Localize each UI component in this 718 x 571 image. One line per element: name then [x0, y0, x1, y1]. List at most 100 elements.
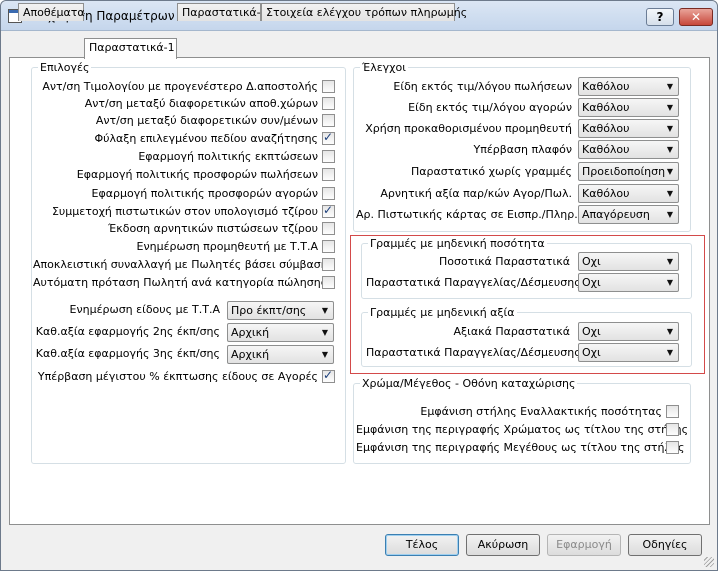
- chevron-down-icon: ▼: [666, 278, 674, 287]
- option-label-11: Αυτόματη πρόταση Πωλητή ανά κατηγορία πώ…: [33, 276, 328, 289]
- option-label-9: Ενημέρωση προμηθευτή με Τ.Τ.Α: [136, 240, 318, 253]
- control-value-0: Καθόλου: [582, 80, 630, 93]
- option-checkbox-11[interactable]: [322, 276, 335, 289]
- zero-value-value-1: Οχι: [582, 346, 601, 359]
- close-icon[interactable]: ✕: [679, 8, 713, 26]
- control-select-3[interactable]: Καθόλου ▼: [578, 140, 679, 159]
- option-checkbox-9[interactable]: [322, 240, 335, 253]
- option-label-5: Εφαρμογή πολιτικής προσφορών πωλήσεων: [76, 168, 318, 181]
- zero-qty-select-0[interactable]: Οχι ▼: [578, 252, 679, 271]
- chevron-down-icon: ▼: [321, 306, 329, 315]
- color-title-checkbox[interactable]: [666, 423, 679, 436]
- option-label-7: Συμμετοχή πιστωτικών στον υπολογισμό τζί…: [51, 205, 318, 218]
- help-title-button[interactable]: ?: [646, 8, 674, 26]
- zero-qty-value-1: Οχι: [582, 276, 601, 289]
- color-size-label-1: Εμφάνιση της περιγραφής Χρώματος ως τίτλ…: [356, 423, 689, 436]
- control-label-0: Είδη εκτός τιμ/λόγου πωλήσεων: [393, 80, 572, 93]
- tab-payment-controls[interactable]: Στοιχεία ελέγχου τρόπων πληρωμής: [261, 3, 467, 21]
- discount3-value-select[interactable]: Αρχική ▼: [227, 345, 334, 364]
- option-checkbox-4[interactable]: [322, 150, 335, 163]
- zero-qty-title: Γραμμές με μηδενική ποσότητα: [368, 237, 547, 250]
- zero-qty-label-0: Ποσοτικά Παραστατικά: [439, 255, 570, 268]
- zero-qty-select-1[interactable]: Οχι ▼: [578, 273, 679, 292]
- control-value-5: Καθόλου: [582, 187, 630, 200]
- option-checkbox-7[interactable]: [322, 203, 335, 218]
- chevron-down-icon: ▼: [666, 124, 674, 133]
- help-button[interactable]: Οδηγίες: [628, 534, 702, 556]
- control-select-5[interactable]: Καθόλου ▼: [578, 184, 679, 203]
- control-value-4: Προειδοποίηση: [582, 165, 666, 178]
- discount2-value-select[interactable]: Αρχική ▼: [227, 323, 334, 342]
- zero-value-select-1[interactable]: Οχι ▼: [578, 343, 679, 362]
- option-checkbox-6[interactable]: [322, 187, 335, 200]
- chevron-down-icon: ▼: [666, 210, 674, 219]
- chevron-down-icon: ▼: [321, 328, 329, 337]
- control-select-0[interactable]: Καθόλου ▼: [578, 77, 679, 96]
- option-label-0: Αντ/ση Τιμολογίου με προγενέστερο Δ.αποσ…: [42, 80, 318, 93]
- option-last-label: Υπέρβαση μέγιστου % έκπτωσης είδους σε Α…: [37, 370, 318, 383]
- control-select-1[interactable]: Καθόλου ▼: [578, 98, 679, 117]
- zero-value-select-0[interactable]: Οχι ▼: [578, 322, 679, 341]
- option-checkbox-3[interactable]: [322, 130, 335, 145]
- chevron-down-icon: ▼: [666, 348, 674, 357]
- size-title-checkbox[interactable]: [666, 441, 679, 454]
- apply-button[interactable]: Εφαρμογή: [547, 534, 621, 556]
- control-label-3: Υπέρβαση πλαφόν: [473, 143, 573, 156]
- color-size-label-0: Εμφάνιση στήλης Εναλλακτικής ποσότητας: [420, 405, 662, 418]
- option-checkbox-10[interactable]: [322, 258, 335, 271]
- option-checkbox-0[interactable]: [322, 80, 335, 93]
- chevron-down-icon: ▼: [666, 82, 674, 91]
- color-size-label-2: Εμφάνιση της περιγραφής Μεγέθους ως τίτλ…: [356, 441, 685, 454]
- option-label-2: Αντ/ση μεταξύ διαφορετικών συν/μένων: [95, 114, 318, 127]
- control-value-1: Καθόλου: [582, 101, 630, 114]
- zero-value-label-1: Παραστατικά Παραγγελίας/Δέσμευσης: [366, 346, 581, 359]
- cancel-button[interactable]: Ακύρωση: [466, 534, 540, 556]
- zero-qty-value-0: Οχι: [582, 255, 601, 268]
- chevron-down-icon: ▼: [666, 103, 674, 112]
- option-checkbox-5[interactable]: [322, 168, 335, 181]
- option-select-label-1: Καθ.αξία εφαρμογής 2ης έκπ/σης: [35, 325, 220, 338]
- discount3-value: Αρχική: [231, 348, 270, 361]
- color-size-title: Χρώμα/Μέγεθος - Οθόνη καταχώρισης: [360, 377, 578, 390]
- control-label-2: Χρήση προκαθορισμένου προμηθευτή: [365, 122, 572, 135]
- control-select-6[interactable]: Απαγόρευση ▼: [578, 205, 679, 224]
- chevron-down-icon: ▼: [666, 145, 674, 154]
- option-checkbox-2[interactable]: [322, 114, 335, 127]
- zero-value-title: Γραμμές με μηδενική αξία: [368, 306, 517, 319]
- option-checkbox-8[interactable]: [322, 222, 335, 235]
- option-checkbox-1[interactable]: [322, 97, 335, 110]
- control-label-1: Είδη εκτός τιμ/λόγου αγορών: [408, 101, 572, 114]
- tab-parastatika-1[interactable]: Παραστατικά-1: [84, 38, 177, 59]
- chevron-down-icon: ▼: [321, 350, 329, 359]
- option-label-1: Αντ/ση μεταξύ διαφορετικών αποθ.χώρων: [84, 97, 318, 110]
- control-label-6: Αρ. Πιστωτικής κάρτας σε Εισπρ./Πληρ.: [356, 208, 578, 221]
- chevron-down-icon: ▼: [666, 167, 674, 176]
- option-label-10: Αποκλειστική συναλλαγή με Πωλητές βάσει …: [33, 258, 335, 271]
- option-label-8: Έκδοση αρνητικών πιστώσεων τζίρου: [108, 222, 318, 235]
- zero-value-label-0: Αξιακά Παραστατικά: [453, 325, 570, 338]
- max-discount-checkbox[interactable]: [322, 368, 335, 383]
- option-label-6: Εφαρμογή πολιτικής προσφορών αγορών: [91, 187, 318, 200]
- ok-button[interactable]: Τέλος: [385, 534, 459, 556]
- control-select-2[interactable]: Καθόλου ▼: [578, 119, 679, 138]
- control-select-4[interactable]: Προειδοποίηση ▼: [578, 162, 679, 181]
- control-value-3: Καθόλου: [582, 143, 630, 156]
- option-select-label-0: Ενημέρωση είδους με Τ.Τ.Α: [69, 303, 221, 316]
- chevron-down-icon: ▼: [666, 327, 674, 336]
- option-select-label-2: Καθ.αξία εφαρμογής 3ης έκπ/σης: [35, 347, 220, 360]
- alt-qty-checkbox[interactable]: [666, 405, 679, 418]
- control-value-6: Απαγόρευση: [582, 208, 650, 221]
- tta-update-select[interactable]: Προ έκπτ/σης ▼: [227, 301, 334, 320]
- chevron-down-icon: ▼: [666, 189, 674, 198]
- control-value-2: Καθόλου: [582, 122, 630, 135]
- control-label-4: Παραστατικό χωρίς γραμμές: [410, 165, 572, 178]
- option-label-3: Φύλαξη επιλεγμένου πεδίου αναζήτησης: [94, 132, 318, 145]
- tab-parastatika-2[interactable]: Παραστατικά-2: [177, 3, 268, 21]
- tab-apothemata[interactable]: Αποθέματα: [18, 3, 85, 21]
- control-label-5: Αρνητική αξία παρ/κών Αγορ/Πωλ.: [380, 187, 572, 200]
- controls-group-title: Έλεγχοι: [360, 61, 408, 74]
- discount2-value: Αρχική: [231, 326, 270, 339]
- resize-grip-icon[interactable]: [704, 557, 714, 567]
- option-label-4: Εφαρμογή πολιτικής εκπτώσεων: [138, 150, 318, 163]
- tta-update-value: Προ έκπτ/σης: [231, 304, 307, 317]
